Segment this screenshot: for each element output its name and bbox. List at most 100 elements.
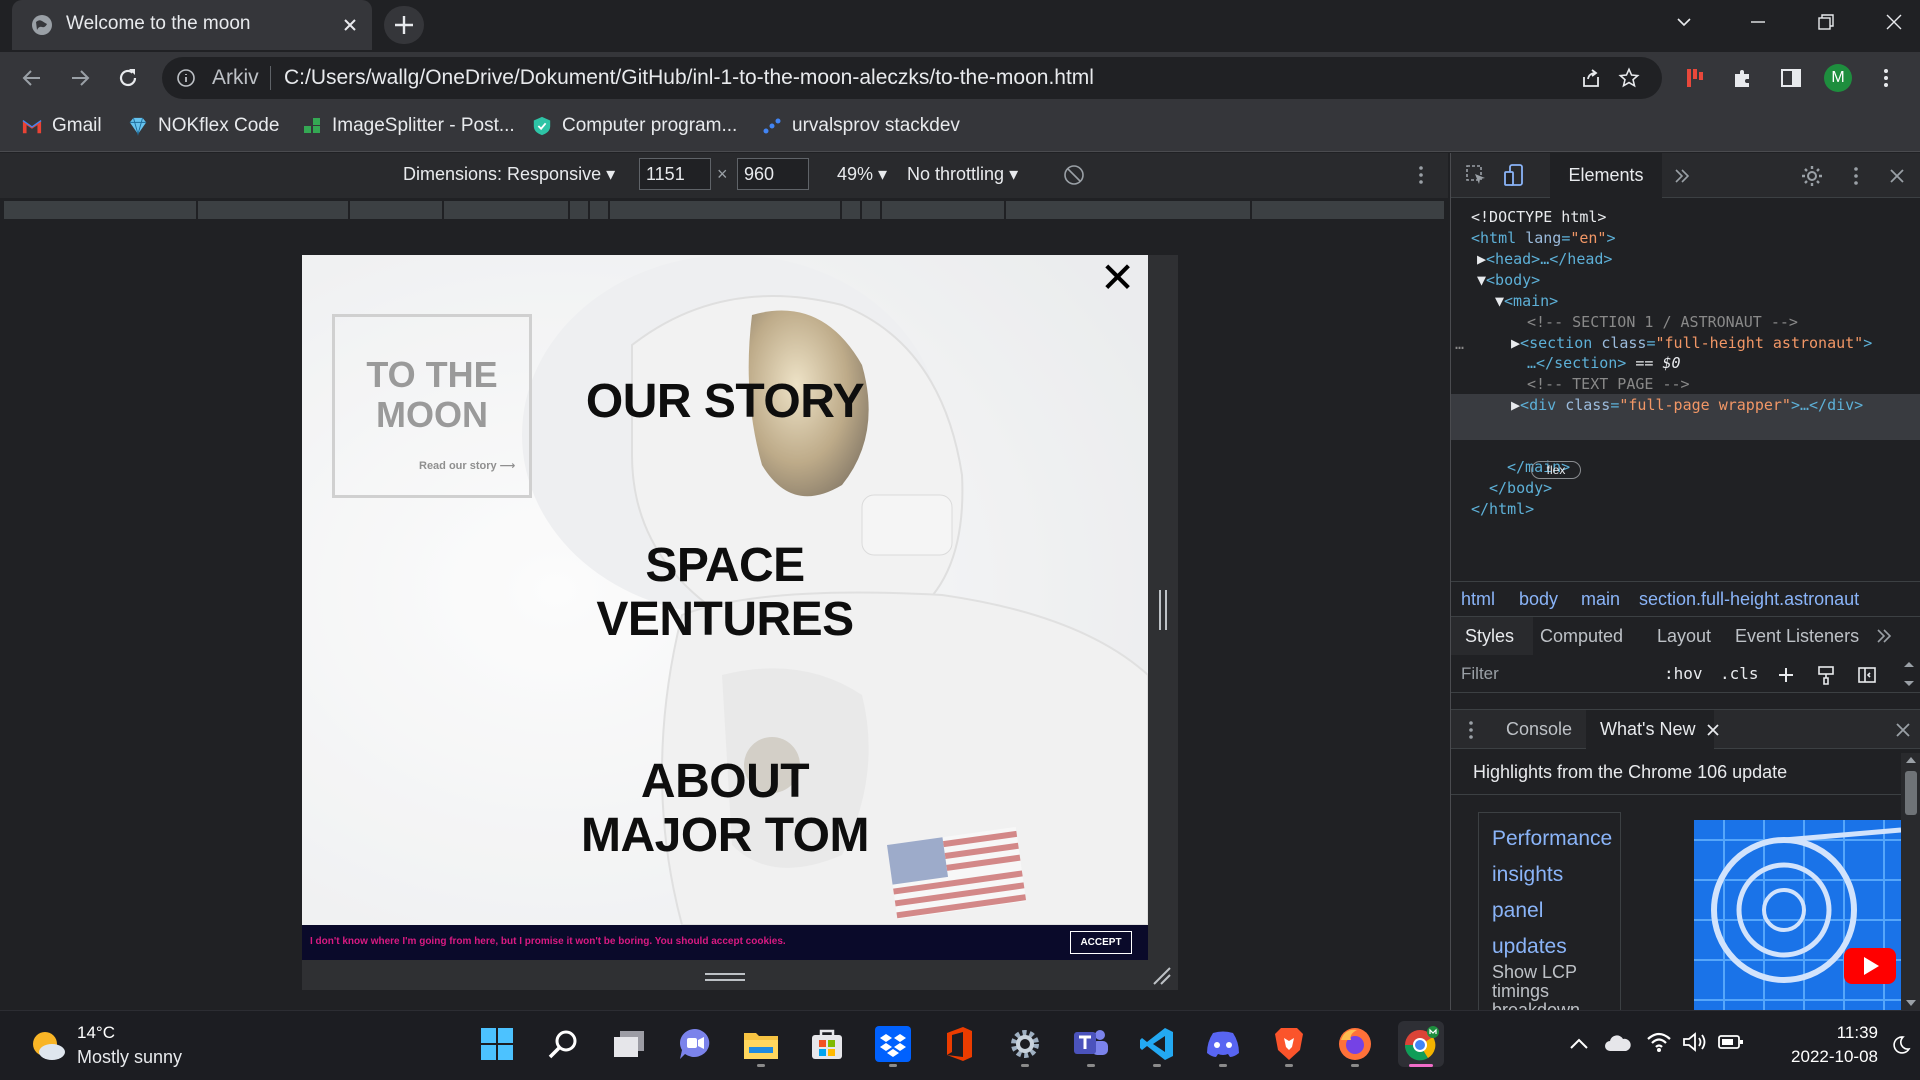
browser-tab[interactable]: Welcome to the moon (12, 0, 372, 50)
bookmark-nokflex[interactable]: NOKflex Code (128, 104, 279, 148)
brave-icon[interactable] (1266, 1021, 1312, 1067)
firefox-icon[interactable] (1332, 1021, 1378, 1067)
media-query-segment[interactable] (882, 201, 1004, 219)
paint-format-icon[interactable] (1816, 665, 1836, 685)
close-tab-icon[interactable] (1706, 723, 1720, 737)
throttling-dropdown[interactable]: No throttling ▾ (907, 164, 1018, 185)
close-tab-icon[interactable] (338, 13, 362, 37)
discord-icon[interactable] (1200, 1021, 1246, 1067)
side-panel-icon[interactable] (1779, 66, 1803, 90)
media-query-segment[interactable] (350, 201, 442, 219)
media-query-bar[interactable] (0, 198, 1448, 222)
resize-handle-icon[interactable] (705, 972, 745, 982)
start-icon[interactable] (474, 1021, 520, 1067)
chrome-icon[interactable] (1398, 1021, 1444, 1067)
media-query-segment[interactable] (842, 201, 860, 219)
breadcrumb-main[interactable]: main (1581, 589, 1620, 610)
close-drawer-icon[interactable] (1894, 721, 1912, 739)
nav-space-ventures[interactable]: SPACE VENTURES (560, 539, 890, 647)
hov-toggle[interactable]: :hov (1664, 664, 1703, 683)
forward-icon[interactable] (68, 66, 92, 90)
whats-new-title[interactable]: Performance insights panel updates (1492, 821, 1612, 965)
viewport-resize-gutter[interactable] (1148, 255, 1178, 960)
new-rule-plus-icon[interactable] (1776, 665, 1796, 685)
media-query-segment[interactable] (590, 201, 608, 219)
weather-temperature[interactable]: 14°C (77, 1023, 115, 1043)
read-our-story-link[interactable]: Read our story ⟶ (419, 459, 515, 472)
task-view-icon[interactable] (606, 1021, 652, 1067)
breadcrumb-section[interactable]: section.full-height.astronaut (1639, 589, 1859, 610)
clock-date[interactable]: 2022-10-08 (1756, 1047, 1878, 1067)
tab-layout[interactable]: Layout (1657, 626, 1711, 647)
viewport-bottom-gutter[interactable] (302, 960, 1178, 990)
media-query-segment[interactable] (1252, 201, 1444, 219)
store-icon[interactable] (804, 1021, 850, 1067)
url-text[interactable]: C:/Users/wallg/OneDrive/Dokument/GitHub/… (284, 66, 1094, 90)
drawer-scrollbar[interactable] (1901, 753, 1920, 1010)
tab-whats-new[interactable]: What's New (1600, 719, 1695, 740)
dom-section-node[interactable]: ▶<section class="full-height astronaut"> (1511, 333, 1872, 353)
weather-description[interactable]: Mostly sunny (77, 1047, 182, 1068)
file-explorer-icon[interactable] (738, 1021, 784, 1067)
dom-doctype[interactable]: <!DOCTYPE html> (1471, 207, 1606, 227)
focus-moon-icon[interactable] (1891, 1035, 1911, 1055)
bookmark-star-icon[interactable] (1618, 67, 1640, 89)
dom-body-open[interactable]: ▼<body> (1477, 270, 1540, 290)
dom-html-open[interactable]: <html lang="en"> (1471, 228, 1616, 248)
bookmark-computer-program[interactable]: Computer program... (532, 104, 737, 148)
vscode-icon[interactable] (1134, 1021, 1180, 1067)
close-devtools-icon[interactable] (1887, 166, 1907, 186)
whats-new-card[interactable]: Performance insights panel updates Show … (1478, 812, 1621, 1010)
tab-search-icon[interactable] (1674, 12, 1694, 32)
drawer-menu-icon[interactable] (1465, 720, 1477, 740)
bookmark-imagesplitter[interactable]: ImageSplitter - Post... (302, 104, 515, 148)
dom-head[interactable]: ▶<head>…</head> (1477, 249, 1612, 269)
resize-handle-icon[interactable] (1157, 590, 1169, 630)
nav-our-story[interactable]: OUR STORY (502, 375, 948, 429)
corner-resize-icon[interactable] (1152, 966, 1172, 986)
nav-about-major-tom[interactable]: ABOUT MAJOR TOM (560, 755, 890, 863)
teams-icon[interactable] (1068, 1021, 1114, 1067)
wifi-icon[interactable] (1646, 1031, 1672, 1053)
close-menu-icon[interactable]: ✕ (1100, 257, 1135, 299)
extension-red-icon[interactable] (1683, 66, 1707, 90)
chat-icon[interactable] (672, 1021, 718, 1067)
tab-computed[interactable]: Computed (1540, 626, 1623, 647)
rotate-icon[interactable] (1063, 164, 1085, 186)
battery-icon[interactable] (1718, 1033, 1744, 1051)
sidebar-toggle-icon[interactable] (1857, 665, 1877, 685)
more-menu-icon[interactable] (1874, 66, 1898, 90)
device-more-icon[interactable] (1410, 164, 1432, 186)
search-icon[interactable] (540, 1021, 586, 1067)
info-icon[interactable] (176, 68, 196, 88)
inspect-element-icon[interactable] (1465, 164, 1487, 186)
dom-comment-section[interactable]: <!-- SECTION 1 / ASTRONAUT --> (1527, 312, 1798, 332)
accept-cookies-button[interactable]: ACCEPT (1070, 931, 1132, 954)
tab-event-listeners[interactable]: Event Listeners (1735, 626, 1859, 647)
more-tabs-icon[interactable] (1875, 627, 1893, 645)
scrollbar-thumb-icon[interactable] (1901, 753, 1920, 1010)
volume-icon[interactable] (1682, 1031, 1708, 1053)
tab-console[interactable]: Console (1506, 719, 1572, 740)
breadcrumb-html[interactable]: html (1461, 589, 1495, 610)
close-window-icon[interactable] (1884, 12, 1904, 32)
minimize-icon[interactable] (1748, 12, 1768, 32)
dimensions-dropdown[interactable]: Dimensions: Responsive ▾ (403, 164, 615, 185)
dom-main-open[interactable]: ▼<main> (1495, 291, 1558, 311)
cls-toggle[interactable]: .cls (1720, 664, 1759, 683)
devtools-menu-icon[interactable] (1845, 165, 1867, 187)
media-query-segment[interactable] (444, 201, 568, 219)
settings-gear-icon[interactable] (1800, 164, 1824, 188)
device-toggle-icon[interactable] (1503, 163, 1527, 187)
width-input[interactable] (639, 158, 711, 190)
dom-body-close[interactable]: </body> (1489, 478, 1552, 498)
tab-styles[interactable]: Styles (1465, 626, 1514, 647)
office-icon[interactable] (936, 1021, 982, 1067)
restore-icon[interactable] (1816, 12, 1836, 32)
back-icon[interactable] (20, 66, 44, 90)
whats-new-video-thumbnail[interactable] (1694, 820, 1901, 1010)
breadcrumb-body[interactable]: body (1519, 589, 1558, 610)
dom-section-close[interactable]: …</section> == $0 (1527, 353, 1681, 373)
zoom-dropdown[interactable]: 49% ▾ (837, 164, 887, 185)
media-query-segment[interactable] (862, 201, 880, 219)
